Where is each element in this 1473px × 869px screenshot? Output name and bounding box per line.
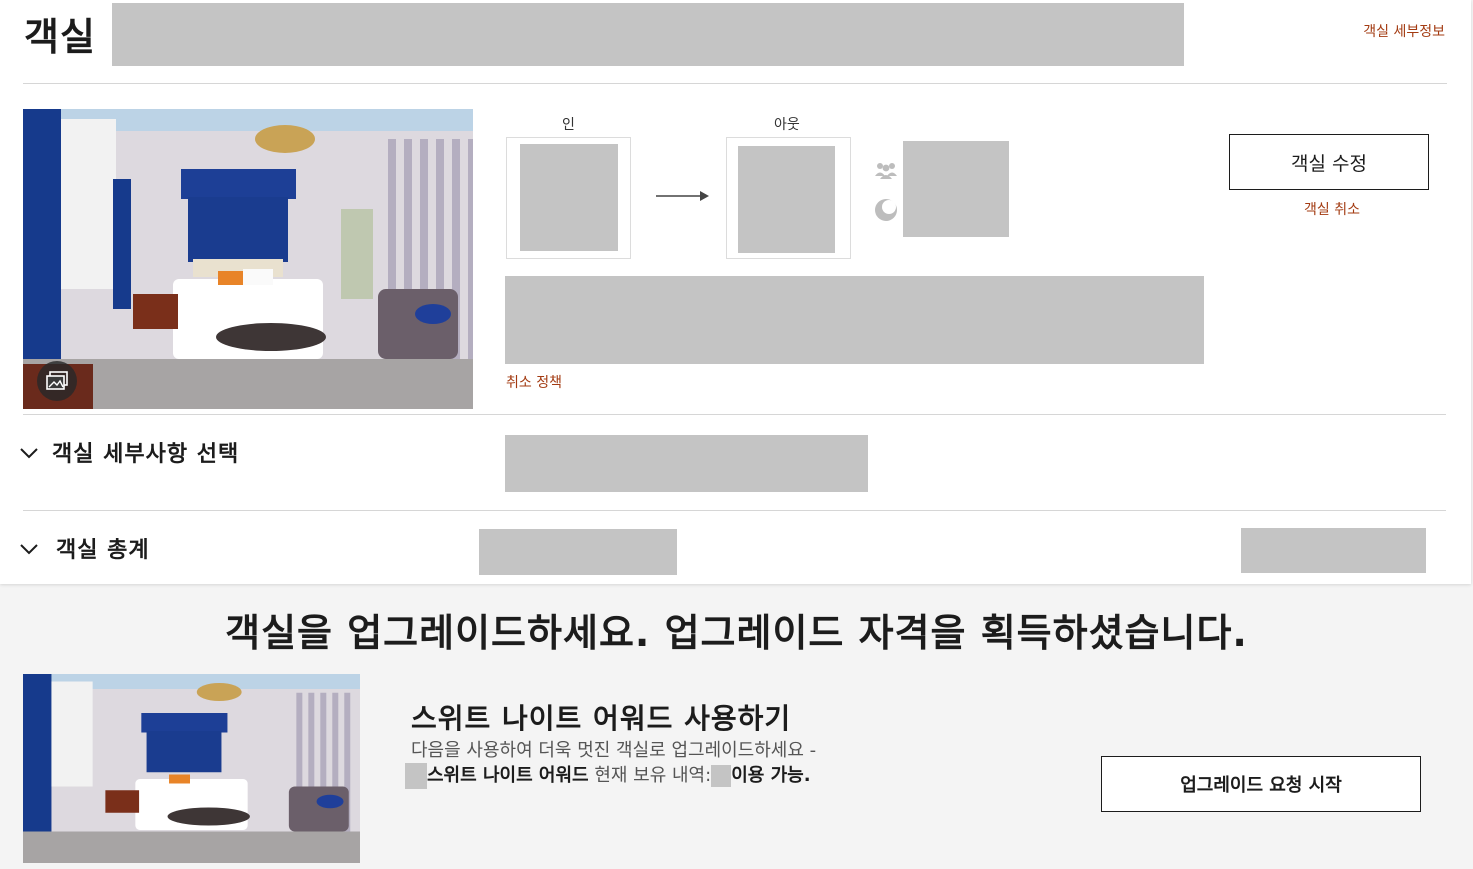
chevron-down-icon (20, 544, 38, 555)
upgrade-request-button[interactable]: 업그레이드 요청 시작 (1101, 756, 1421, 812)
divider (23, 83, 1447, 84)
award-description: 다음을 사용하여 더욱 멋진 객실로 업그레이드하세요 - 스위트 나이트 어워… (405, 738, 1051, 789)
room-reservation-card: 객실 객실 세부정보 인 아웃 객실 수정 객실 취소 취소 정책 객실 세부사… (0, 0, 1471, 584)
chevron-down-icon (20, 448, 38, 459)
award-description-line1: 다음을 사용하여 더욱 멋진 객실로 업그레이드하세요 - (411, 740, 817, 761)
moon-icon (875, 199, 897, 221)
room-details-select-toggle[interactable]: 객실 세부사항 선택 (18, 436, 239, 468)
redacted-award-balance (711, 765, 732, 787)
divider (23, 414, 1446, 415)
cancel-policy-link[interactable]: 취소 정책 (506, 372, 562, 392)
redacted-room-total-detail (479, 529, 677, 575)
room-total-label: 객실 총계 (56, 538, 150, 563)
award-holding-label: 현재 보유 내역: (594, 765, 712, 786)
modify-room-button-label: 객실 수정 (1291, 152, 1367, 175)
upgrade-room-photo (23, 674, 360, 863)
award-description-line2: 스위트 나이트 어워드 현재 보유 내역: 이용 가능. (405, 763, 1051, 789)
redacted-room-total-amount (1241, 528, 1426, 573)
guests-icon (875, 163, 897, 179)
gallery-icon[interactable] (37, 361, 77, 401)
room-title: 객실 (24, 15, 96, 59)
upgrade-request-button-label: 업그레이드 요청 시작 (1180, 775, 1342, 796)
room-details-link[interactable]: 객실 세부정보 (1363, 21, 1445, 41)
checkin-date-box (506, 137, 631, 259)
arrow-right-icon (656, 191, 709, 201)
checkout-date-box (726, 137, 851, 259)
redacted-rate-info (505, 276, 1204, 364)
redacted-room-details (505, 435, 868, 492)
award-available-text: 이용 가능. (731, 765, 811, 786)
upgrade-heading: 객실을 업그레이드하세요. 업그레이드 자격을 획득하셨습니다. (225, 611, 1248, 655)
award-name: 스위트 나이트 어워드 (427, 765, 589, 786)
redacted-room-name (112, 3, 1184, 66)
room-photo[interactable] (23, 109, 473, 409)
room-details-select-label: 객실 세부사항 선택 (52, 442, 240, 467)
divider (23, 510, 1446, 511)
room-total-toggle[interactable]: 객실 총계 (18, 532, 150, 564)
redacted-checkout-date (738, 146, 835, 253)
redacted-guests-nights (903, 141, 1009, 237)
redacted-checkin-date (520, 144, 618, 251)
redacted-award-count (405, 763, 427, 789)
checkin-label: 인 (562, 117, 575, 133)
award-title: 스위트 나이트 어워드 사용하기 (411, 702, 792, 735)
modify-room-button[interactable]: 객실 수정 (1229, 134, 1429, 190)
cancel-room-link[interactable]: 객실 취소 (1304, 199, 1360, 219)
checkout-label: 아웃 (774, 117, 800, 133)
